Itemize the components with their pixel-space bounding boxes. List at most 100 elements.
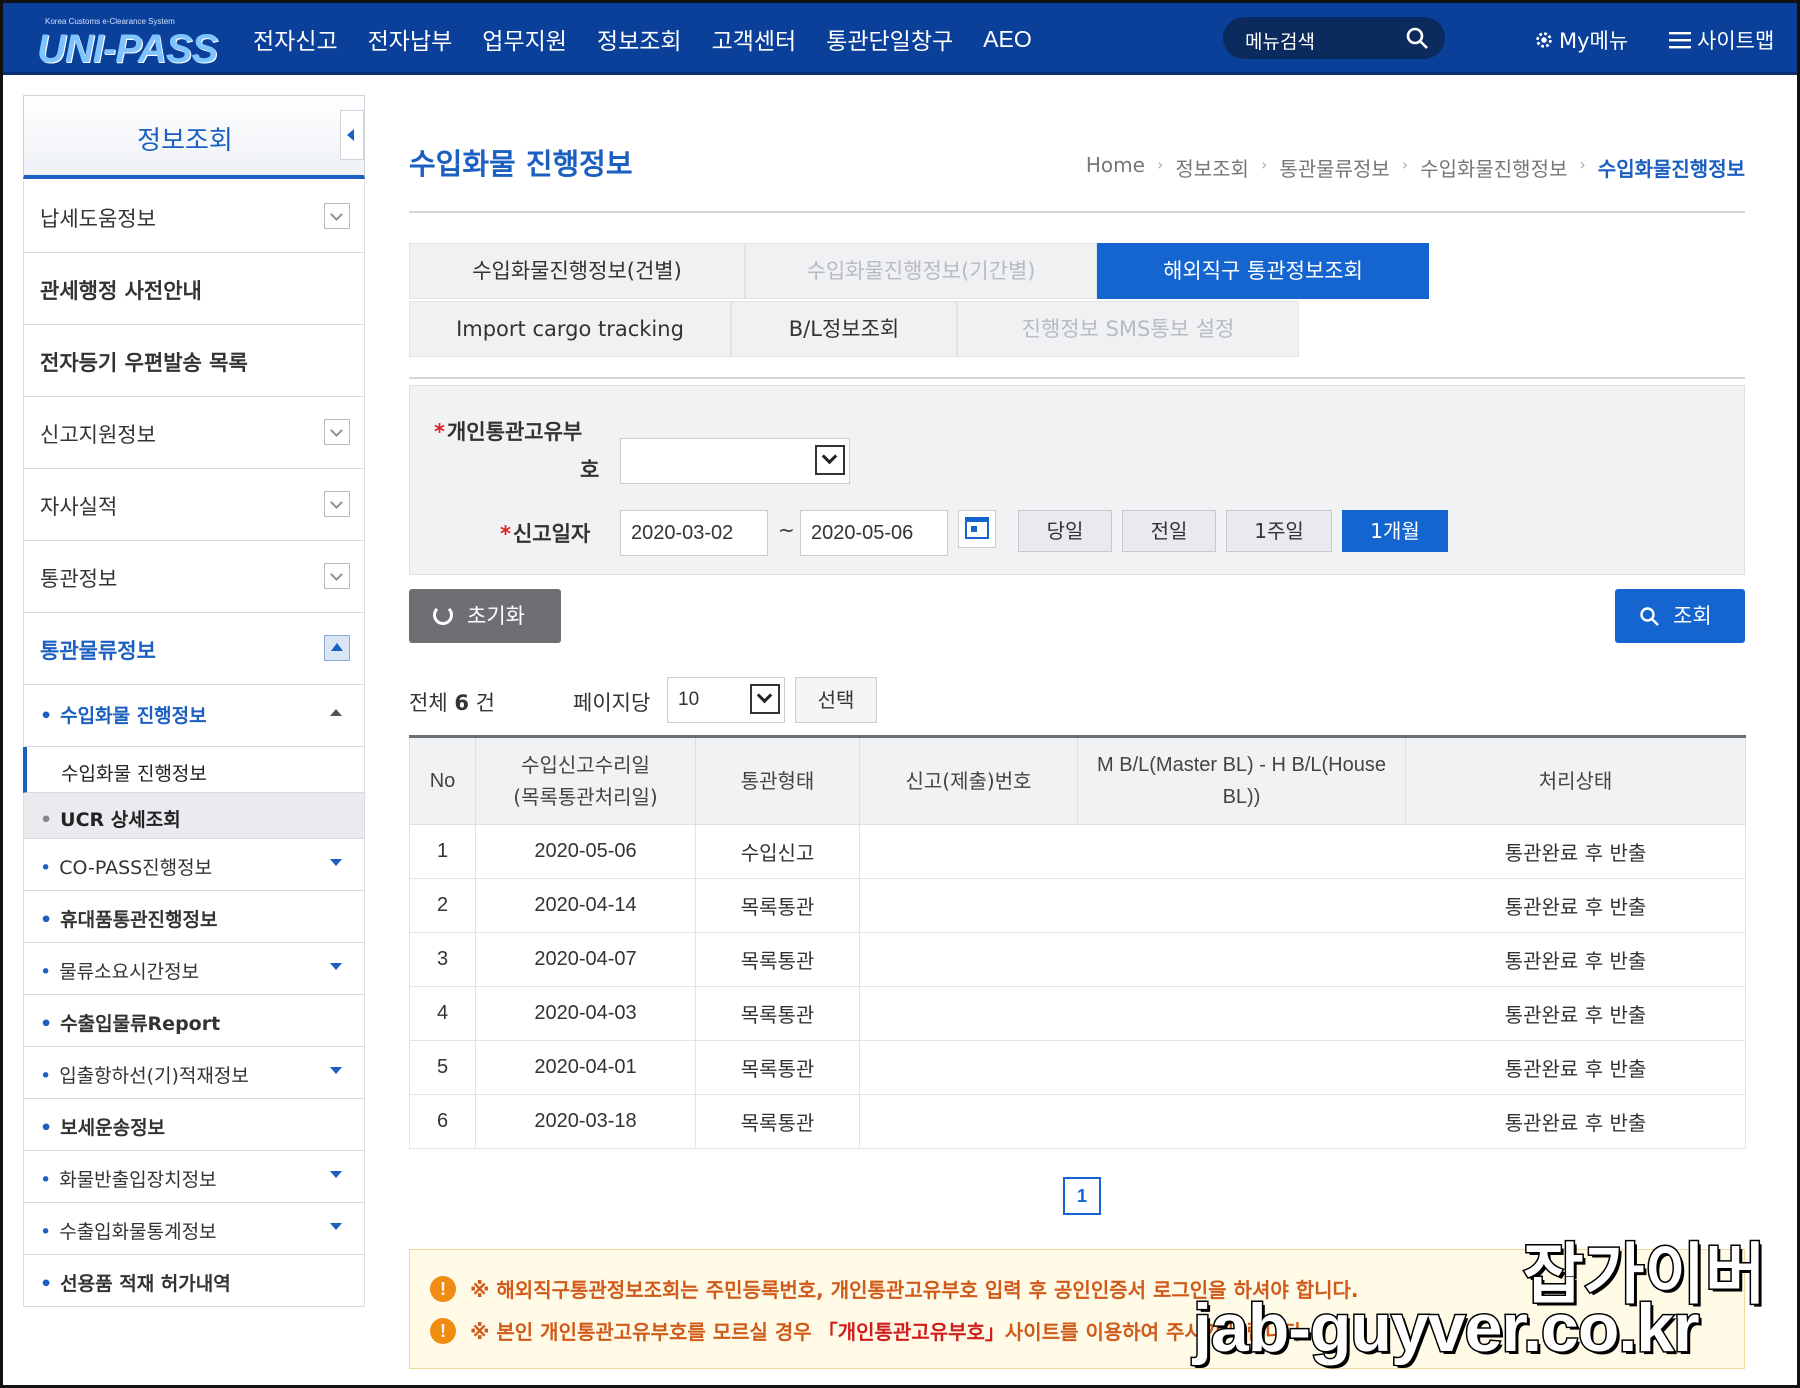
sidebar-sub-current-import-cargo[interactable]: 수입화물 진행정보: [23, 747, 365, 793]
sidebar-item-label: 신고지원정보: [40, 423, 156, 447]
sidebar-sub-port-loading[interactable]: 입출항하선(기)적재정보: [23, 1047, 365, 1099]
chevron-down-icon[interactable]: [324, 419, 350, 445]
quick-month-button[interactable]: 1개월: [1342, 510, 1448, 552]
sidebar-item-label: 전자등기 우편발송 목록: [40, 351, 248, 375]
table-row[interactable]: 3 2020-04-07 목록통관 통관완료 후 반출: [409, 932, 1746, 987]
nav-item-info-inquiry[interactable]: 정보조회: [597, 22, 682, 56]
cell-type: 목록통관: [695, 1040, 860, 1095]
notice-line-2: ! ※ 본인 개인통관고유부호를 모르실 경우 「개인통관고유부호」 사이트를 …: [430, 1316, 1309, 1345]
sidebar-sub-copass[interactable]: CO-PASS진행정보: [23, 839, 365, 891]
sidebar-collapse-button[interactable]: [340, 110, 364, 160]
search-button[interactable]: 조회: [1615, 589, 1745, 643]
nav-item-aeo[interactable]: AEO: [983, 26, 1032, 53]
sidebar-item-clearance-info[interactable]: 통관정보: [23, 541, 365, 613]
tab-per-item[interactable]: 수입화물진행정보(건별): [409, 243, 745, 299]
warning-icon: !: [430, 1317, 456, 1344]
calendar-icon[interactable]: [958, 510, 996, 548]
table-row[interactable]: 1 2020-05-06 수입신고 통관완료 후 반출: [409, 824, 1746, 879]
top-header: Korea Customs e-Clearance System UNI-PAS…: [3, 3, 1797, 75]
sidebar-item-company-record[interactable]: 자사실적: [23, 469, 365, 541]
table-row[interactable]: 6 2020-03-18 목록통관 통관완료 후 반출: [409, 1094, 1746, 1149]
cell-date: 2020-04-14: [475, 878, 696, 933]
sidebar-sub-ucr[interactable]: UCR 상세조회: [23, 793, 365, 839]
nav-item-single-window[interactable]: 통관단일창구: [826, 22, 953, 56]
gear-icon: [1536, 32, 1552, 48]
tab-by-period[interactable]: 수입화물진행정보(기간별): [745, 243, 1097, 299]
customs-code-select[interactable]: [620, 438, 850, 484]
breadcrumb-home[interactable]: Home: [1086, 153, 1145, 182]
quick-today-button[interactable]: 당일: [1018, 510, 1112, 552]
table-row[interactable]: 2 2020-04-14 목록통관 통관완료 후 반출: [409, 878, 1746, 933]
cell-bl-redacted: [1077, 824, 1406, 879]
per-page-select[interactable]: 10: [667, 677, 785, 723]
chevron-down-icon[interactable]: [324, 563, 350, 589]
table-row[interactable]: 5 2020-04-01 목록통관 통관완료 후 반출: [409, 1040, 1746, 1095]
watermark-url: jab-guyver.co.kr: [1192, 1289, 1702, 1368]
sidebar-item-registered-mail[interactable]: 전자등기 우편발송 목록: [23, 325, 365, 397]
sidebar-sub-cargo-stats[interactable]: 수출입화물통계정보: [23, 1203, 365, 1255]
nav-item-customer-center[interactable]: 고객센터: [712, 22, 797, 56]
nav-item-e-declaration[interactable]: 전자신고: [253, 22, 338, 56]
sitemap-button[interactable]: 사이트맵: [1669, 25, 1774, 55]
caret-down-icon: [330, 1223, 342, 1230]
sidebar-sub-report[interactable]: 수출입물류Report: [23, 995, 365, 1047]
customs-code-site-link[interactable]: 「개인통관고유부호」: [818, 1316, 1005, 1345]
sidebar-sub-cargo-warehouse[interactable]: 화물반출입장치정보: [23, 1151, 365, 1203]
cell-type: 수입신고: [695, 824, 860, 879]
cell-date: 2020-04-01: [475, 1040, 696, 1095]
sitemap-label: 사이트맵: [1697, 29, 1775, 53]
sidebar-sub-baggage[interactable]: 휴대품통관진행정보: [23, 891, 365, 943]
unipass-logo[interactable]: Korea Customs e-Clearance System UNI-PAS…: [31, 11, 231, 71]
table-row[interactable]: 4 2020-04-03 목록통관 통관완료 후 반출: [409, 986, 1746, 1041]
required-mark: *: [434, 420, 445, 444]
pagination-page-1[interactable]: 1: [1063, 1177, 1101, 1215]
tab-bl-inquiry[interactable]: B/L정보조회: [731, 301, 957, 357]
tab-sms-settings[interactable]: 진행정보 SMS통보 설정: [957, 301, 1299, 357]
chevron-down-icon[interactable]: [750, 684, 780, 714]
main-content: 수입화물 진행정보 Home › 정보조회 › 통관물류정보 › 수입화물진행정…: [409, 95, 1746, 1388]
breadcrumb-item[interactable]: 수입화물진행정보: [1420, 153, 1567, 182]
sidebar-sub-ship-supplies[interactable]: 선용품 적재 허가내역: [23, 1255, 365, 1307]
menu-search-box[interactable]: 메뉴검색: [1223, 17, 1445, 59]
quick-yesterday-button[interactable]: 전일: [1122, 510, 1216, 552]
sidebar-sub-label: 수입화물 진행정보: [40, 701, 206, 728]
chevron-up-icon[interactable]: [324, 635, 350, 661]
chevron-down-icon[interactable]: [324, 203, 350, 229]
tab-import-cargo-tracking[interactable]: Import cargo tracking: [409, 301, 731, 357]
sidebar-menu: 납세도움정보 관세행정 사전안내 전자등기 우편발송 목록 신고지원정보 자사실…: [23, 181, 365, 1307]
breadcrumb-item[interactable]: 정보조회: [1175, 153, 1249, 182]
cell-declaration-redacted: [859, 824, 1078, 879]
sidebar-item-customs-notice[interactable]: 관세행정 사전안내: [23, 253, 365, 325]
sidebar-sub-label: 선용품 적재 허가내역: [40, 1269, 231, 1296]
reset-button[interactable]: 초기화: [409, 589, 561, 643]
cell-status: 통관완료 후 반출: [1405, 986, 1746, 1041]
warning-icon: !: [430, 1275, 456, 1302]
sidebar-sub-logistics-time[interactable]: 물류소요시간정보: [23, 943, 365, 995]
sidebar-sub-bonded-transport[interactable]: 보세운송정보: [23, 1099, 365, 1151]
quick-week-button[interactable]: 1주일: [1226, 510, 1332, 552]
nav-item-e-payment[interactable]: 전자납부: [368, 22, 453, 56]
page-title: 수입화물 진행정보: [409, 147, 633, 181]
chevron-down-icon[interactable]: [815, 445, 845, 475]
sidebar-sub-import-cargo[interactable]: 수입화물 진행정보: [23, 685, 365, 747]
tab-overseas-purchase[interactable]: 해외직구 통관정보조회: [1097, 243, 1429, 299]
date-from-input[interactable]: 2020-03-02: [620, 510, 768, 556]
breadcrumb-separator: ›: [1260, 155, 1268, 174]
sidebar-item-declaration-support[interactable]: 신고지원정보: [23, 397, 365, 469]
date-to-input[interactable]: 2020-05-06: [800, 510, 948, 556]
menu-search-label: 메뉴검색: [1245, 31, 1315, 53]
logo-subtitle: Korea Customs e-Clearance System: [45, 17, 175, 26]
my-menu-label: My메뉴: [1559, 29, 1629, 53]
search-icon[interactable]: [1405, 26, 1429, 50]
sidebar-item-label: 통관정보: [40, 567, 118, 591]
cell-bl-redacted: [1077, 1040, 1406, 1095]
sidebar-item-tax-help[interactable]: 납세도움정보: [23, 181, 365, 253]
apply-per-page-button[interactable]: 선택: [795, 677, 877, 723]
chevron-down-icon[interactable]: [324, 491, 350, 517]
my-menu-button[interactable]: My메뉴: [1533, 25, 1628, 55]
nav-item-support[interactable]: 업무지원: [482, 22, 567, 56]
cell-bl-redacted: [1077, 878, 1406, 933]
sidebar-sub-label: 수출입화물통계정보: [40, 1217, 216, 1244]
breadcrumb-item[interactable]: 통관물류정보: [1279, 153, 1389, 182]
sidebar-item-logistics-info[interactable]: 통관물류정보: [23, 613, 365, 685]
